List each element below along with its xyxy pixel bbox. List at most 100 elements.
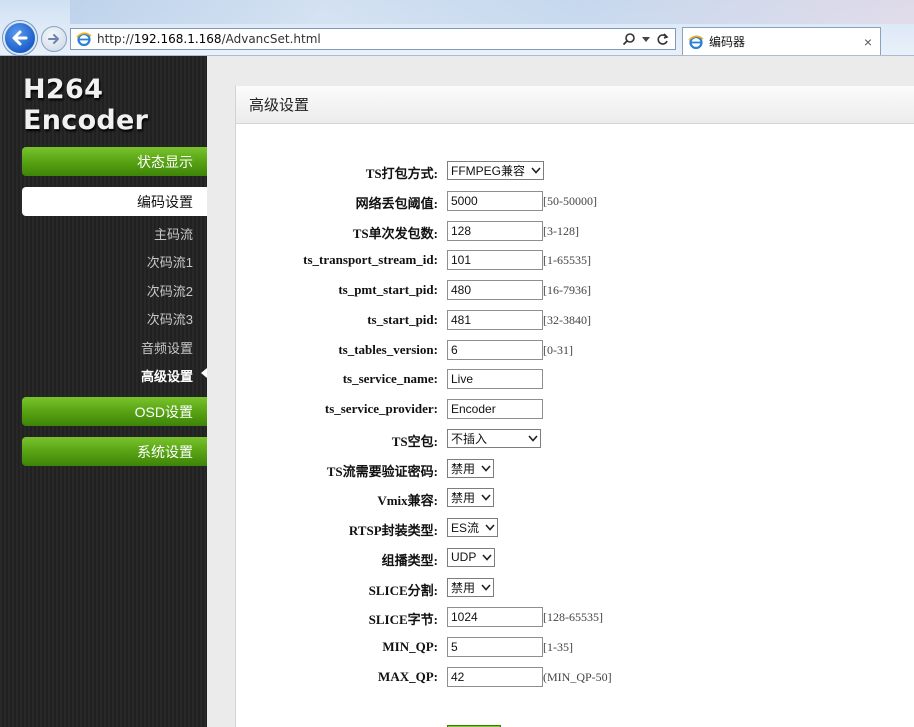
text-input[interactable]: 42 xyxy=(447,666,543,687)
back-button[interactable] xyxy=(3,21,37,55)
chevron-down-icon xyxy=(529,162,543,179)
field-label: SLICE分割: xyxy=(369,580,438,599)
field-label-colon: : xyxy=(433,401,438,417)
text-input[interactable]: Live xyxy=(447,369,543,390)
tab-close-icon[interactable]: × xyxy=(864,34,872,50)
field-label-text: TS流需要验证密码 xyxy=(326,463,434,479)
field-label-text: 网络丢包阈值 xyxy=(355,195,434,211)
select-dropdown[interactable]: ES流 xyxy=(447,518,498,538)
range-hint: [1-35] xyxy=(543,640,573,655)
field-label: ts_pmt_start_pid: xyxy=(338,282,438,298)
text-input[interactable]: 6 xyxy=(447,339,543,360)
text-input[interactable]: 128 xyxy=(447,220,543,241)
text-input[interactable]: 1024 xyxy=(447,607,543,628)
field-label-colon: : xyxy=(433,282,438,298)
field-label-colon: : xyxy=(433,195,438,211)
field-label: SLICE字节: xyxy=(369,609,438,628)
field-label-text: ts_service_name xyxy=(342,371,434,387)
dropdown-arrow-icon[interactable] xyxy=(642,35,650,43)
field-label: ts_service_name: xyxy=(343,371,438,387)
field-label-colon: : xyxy=(433,463,438,479)
select-dropdown[interactable]: 禁用 xyxy=(447,577,494,597)
field-label: MIN_QP: xyxy=(382,639,438,655)
field-label-text: TS单次发包数 xyxy=(352,225,434,241)
field-label-text: ts_tables_version xyxy=(338,341,434,357)
submenu-advanced-settings[interactable]: 高级设置 xyxy=(141,366,193,385)
select-dropdown[interactable]: FFMPEG兼容 xyxy=(447,161,544,180)
forward-button[interactable] xyxy=(41,26,67,52)
form-row: MIN_QP: 5 [1-35] xyxy=(236,636,914,658)
submenu-audio-settings[interactable]: 音频设置 xyxy=(141,338,193,357)
range-hint: [128-65535] xyxy=(543,610,603,625)
field-label-text: ts_service_provider xyxy=(324,401,434,417)
url-path: /AdvancSet.html xyxy=(221,32,321,46)
field-label-text: MIN_QP xyxy=(382,639,434,655)
submenu-sub-stream-2[interactable]: 次码流2 xyxy=(147,281,193,300)
refresh-icon[interactable] xyxy=(656,32,669,46)
field-label-colon: : xyxy=(433,311,438,327)
text-input[interactable]: 5 xyxy=(447,637,543,658)
text-input[interactable]: 481 xyxy=(447,309,543,330)
search-icon[interactable] xyxy=(622,32,636,46)
field-label-text: RTSP封装类型 xyxy=(348,523,434,539)
select-dropdown[interactable]: 不插入 xyxy=(447,428,541,448)
form-row: ts_pmt_start_pid: 480 [16-7936] xyxy=(236,279,914,301)
select-dropdown[interactable]: 禁用 xyxy=(447,458,494,478)
text-input[interactable]: 5000 xyxy=(447,190,543,211)
browser-chrome: http://192.168.1.168/AdvancSet.html 编码器 … xyxy=(0,0,914,56)
chevron-down-icon xyxy=(479,579,493,596)
form-row: TS空包: 不插入 xyxy=(236,428,914,450)
form-row: Vmix兼容: 禁用 xyxy=(236,487,914,509)
field-label-text: SLICE分割 xyxy=(368,582,434,598)
submenu-sub-stream-1[interactable]: 次码流1 xyxy=(147,252,193,271)
field-label-colon: : xyxy=(433,433,438,449)
form-row: ts_transport_stream_id: 101 [1-65535] xyxy=(236,249,914,271)
field-label-text: TS打包方式 xyxy=(365,166,434,181)
form-row: SLICE分割: 禁用 xyxy=(236,577,914,599)
text-input[interactable]: 480 xyxy=(447,280,543,301)
field-label-text: TS空包 xyxy=(391,433,434,449)
forward-arrow-icon xyxy=(48,34,59,44)
field-label: TS流需要验证密码: xyxy=(327,461,438,480)
submenu-main-stream[interactable]: 主码流 xyxy=(154,224,193,243)
menu-encode-settings[interactable]: 编码设置 xyxy=(22,187,207,216)
address-bar[interactable]: http://192.168.1.168/AdvancSet.html xyxy=(70,28,676,50)
text-input[interactable]: Encoder xyxy=(447,399,543,420)
field-label: MAX_QP: xyxy=(378,669,438,685)
field-label-text: ts_pmt_start_pid xyxy=(338,282,434,298)
field-label-colon: : xyxy=(433,523,438,539)
menu-osd-settings[interactable]: OSD设置 xyxy=(22,397,207,426)
field-label-colon: : xyxy=(433,371,438,387)
select-dropdown[interactable]: 禁用 xyxy=(447,488,494,508)
main-area: 高级设置 TS打包方式: FFMPEG兼容 网络丢包阈值: 5000 [50-50000… xyxy=(207,56,914,727)
select-value: FFMPEG兼容 xyxy=(451,164,525,178)
menu-system-settings[interactable]: 系统设置 xyxy=(22,437,207,466)
range-hint: [1-65535] xyxy=(543,253,591,268)
url-text[interactable]: http://192.168.1.168/AdvancSet.html xyxy=(97,32,622,46)
select-value: 禁用 xyxy=(451,491,476,506)
text-input[interactable]: 101 xyxy=(447,250,543,271)
url-host: 192.168.1.168 xyxy=(133,32,222,46)
form-row: 网络丢包阈值: 5000 [50-50000] xyxy=(236,190,914,212)
field-label-text: SLICE字节 xyxy=(368,612,434,628)
submenu-sub-stream-3[interactable]: 次码流3 xyxy=(147,309,193,328)
menu-status[interactable]: 状态显示 xyxy=(22,147,207,176)
field-label-colon: : xyxy=(433,639,438,655)
select-value: 不插入 xyxy=(451,431,488,446)
chevron-down-icon xyxy=(483,519,497,536)
browser-tab[interactable]: 编码器 × xyxy=(682,27,881,55)
form-row: TS单次发包数: 128 [3-128] xyxy=(236,220,914,242)
field-label-text: ts_start_pid xyxy=(367,311,434,327)
field-label-colon: : xyxy=(433,612,438,628)
select-value: 禁用 xyxy=(451,461,476,476)
form-row: RTSP封装类型: ES流 xyxy=(236,517,914,539)
form-row: ts_service_provider: Encoder xyxy=(236,398,914,420)
tab-title: 编码器 xyxy=(709,35,746,49)
field-label-colon: : xyxy=(433,341,438,357)
form-row: SLICE字节: 1024 [128-65535] xyxy=(236,606,914,628)
select-dropdown[interactable]: UDP xyxy=(447,547,495,567)
field-label-colon: : xyxy=(433,668,438,684)
form-row: ts_service_name: Live xyxy=(236,368,914,390)
field-label: RTSP封装类型: xyxy=(349,520,438,539)
field-label-text: ts_transport_stream_id xyxy=(303,252,434,268)
